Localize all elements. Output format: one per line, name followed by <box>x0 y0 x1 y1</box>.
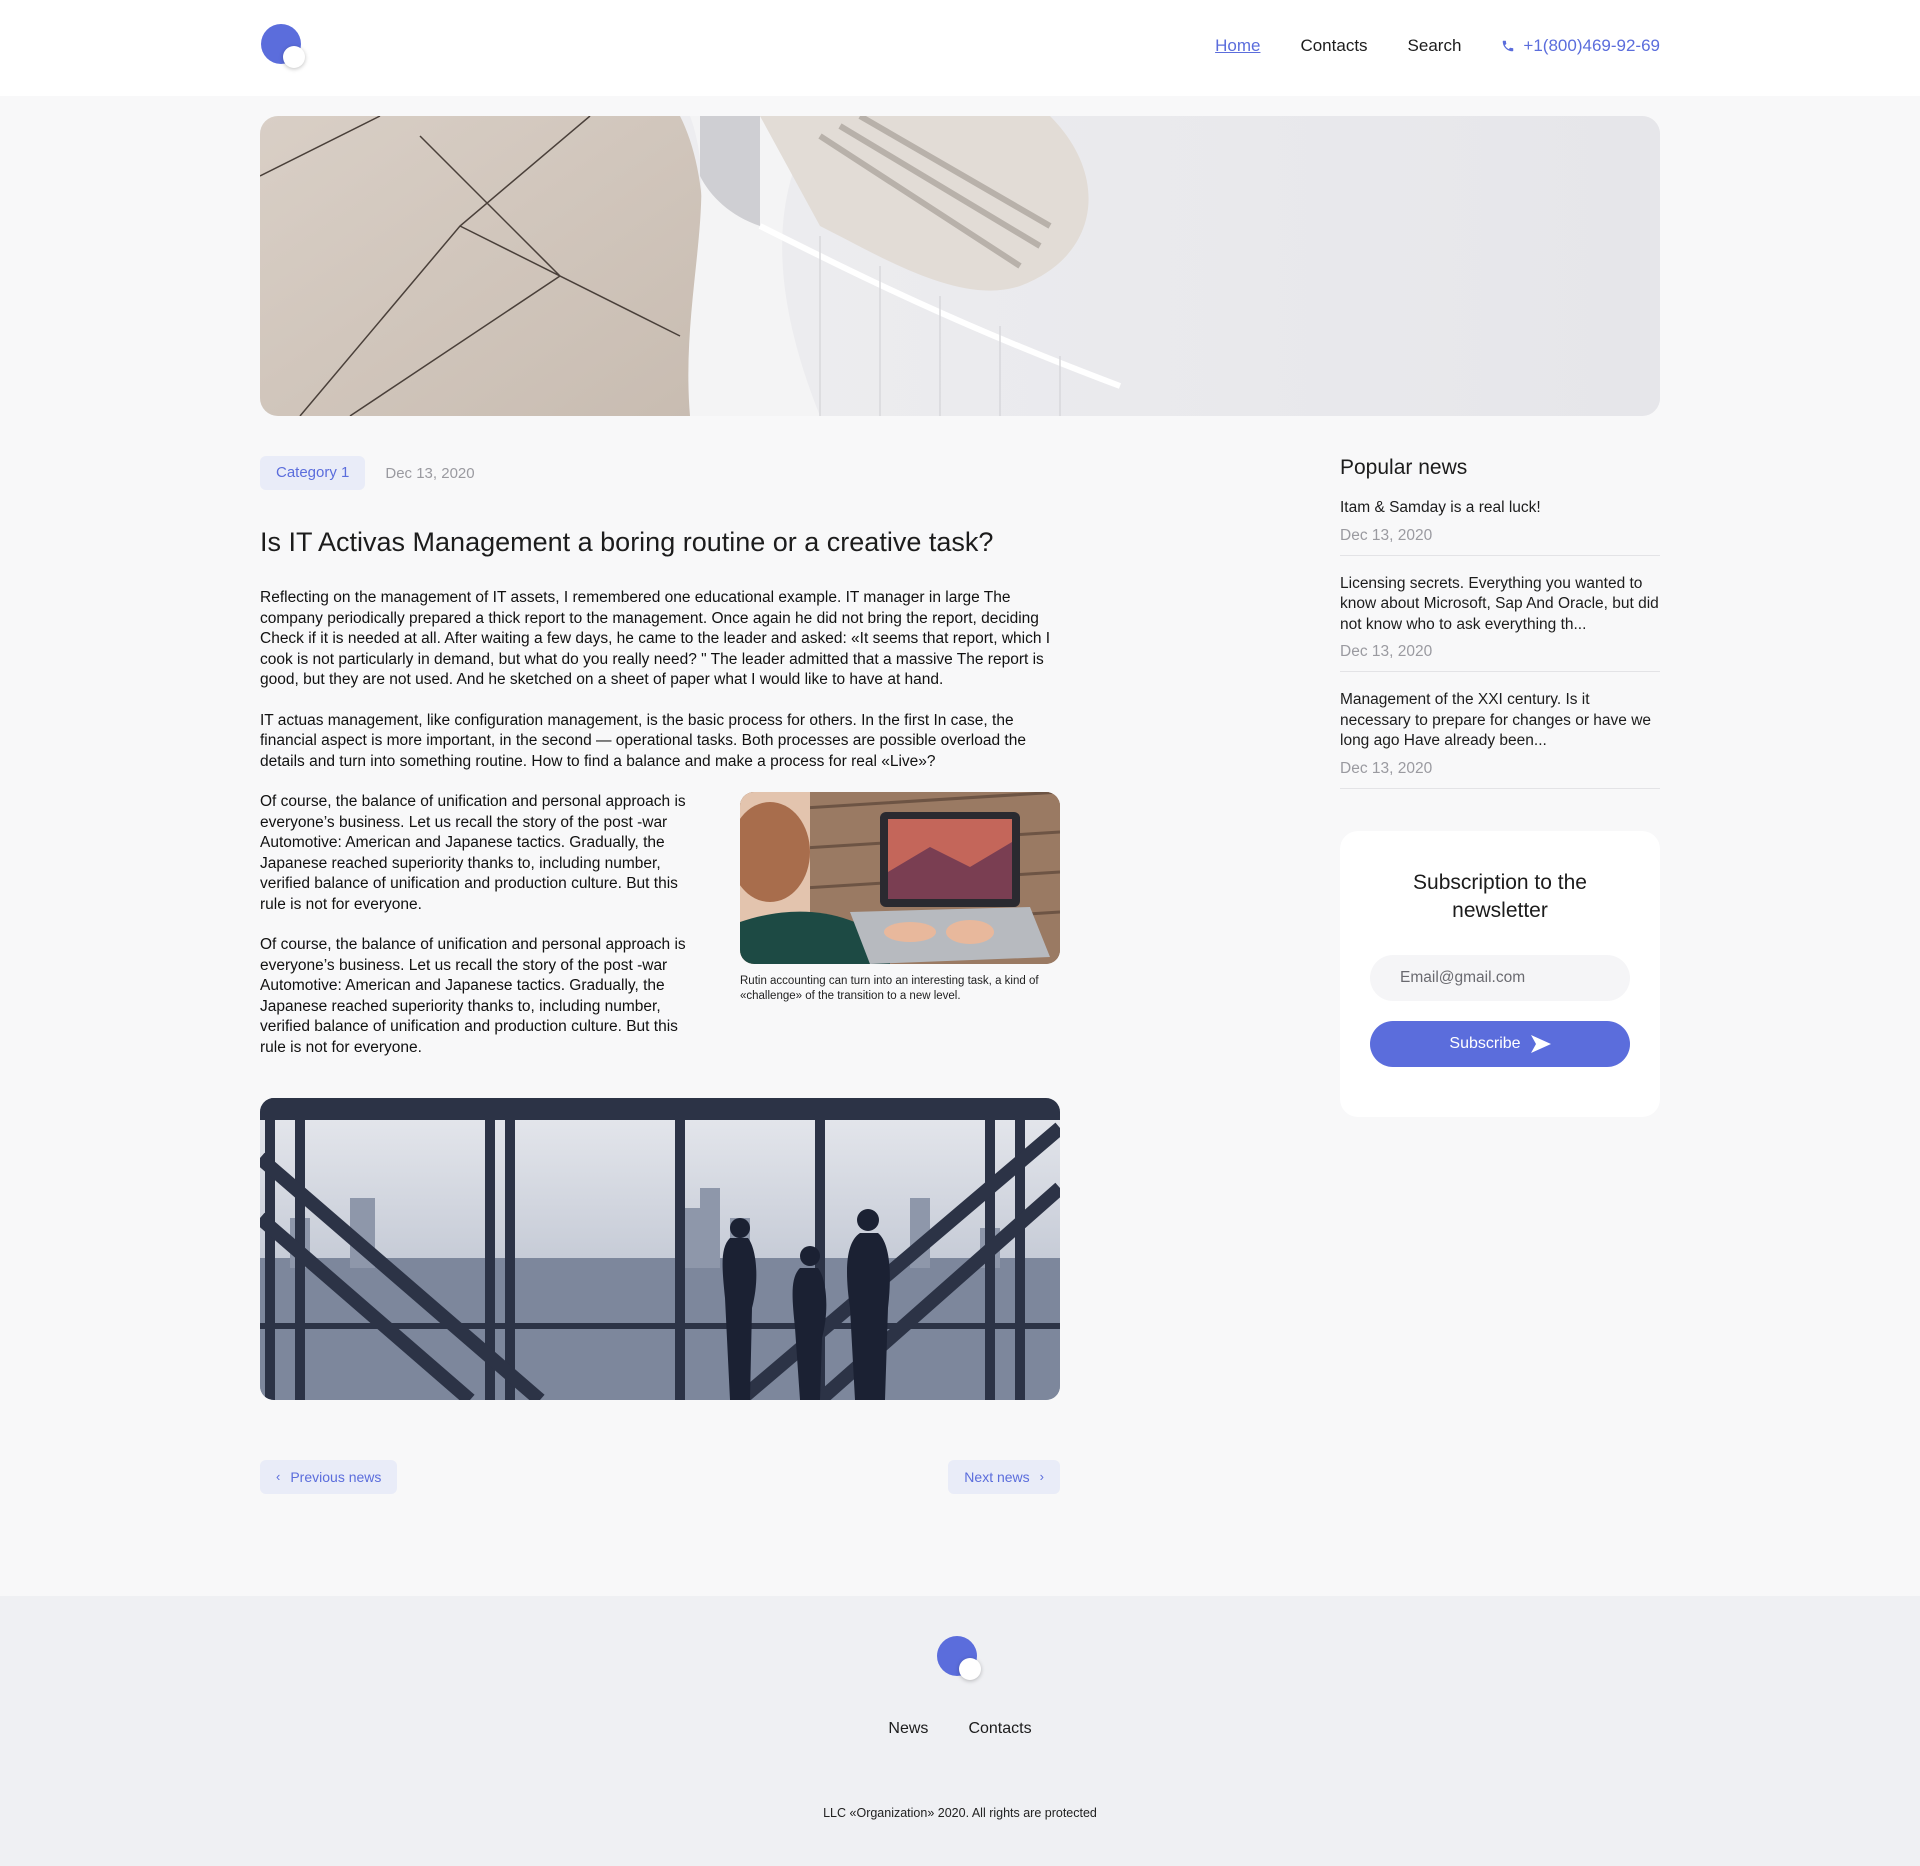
office-photo <box>260 1098 1060 1401</box>
article-figure: Rutin accounting can turn into an intere… <box>740 792 1060 1004</box>
article: Category 1 Dec 13, 2020 Is IT Activas Ma… <box>260 456 1060 1495</box>
popular-news-title: Licensing secrets. Everything you wanted… <box>1340 574 1659 633</box>
laptop-photo <box>740 792 1060 965</box>
email-field[interactable] <box>1370 954 1630 1001</box>
footer-nav: News Contacts <box>0 1720 1920 1738</box>
subscribe-label: Subscribe <box>1449 1034 1521 1052</box>
next-news-button[interactable]: Next news › <box>948 1460 1060 1495</box>
footer-nav-contacts[interactable]: Contacts <box>968 1720 1031 1738</box>
category-badge[interactable]: Category 1 <box>260 456 366 490</box>
main-nav: Home Contacts Search +1(800)469-92-69 <box>1215 36 1660 56</box>
newsletter-card: Subscription to the newsletter Subscribe <box>1340 830 1660 1117</box>
logo[interactable] <box>261 24 305 68</box>
logo-circle-small <box>959 1658 981 1680</box>
text-with-figure: Of course, the balance of unification an… <box>260 792 1060 1078</box>
next-news-label: Next news <box>964 1469 1030 1486</box>
article-pager: ‹ Previous news Next news › <box>260 1460 1060 1495</box>
popular-news-item[interactable]: Licensing secrets. Everything you wanted… <box>1340 556 1660 672</box>
phone-link[interactable]: +1(800)469-92-69 <box>1501 36 1660 56</box>
article-paragraph: Of course, the balance of unification an… <box>260 793 686 913</box>
newsletter-title: Subscription to the newsletter <box>1413 870 1587 922</box>
site-footer: News Contacts LLC «Organization» 2020. A… <box>0 1596 1920 1866</box>
article-date: Dec 13, 2020 <box>385 464 475 482</box>
copyright: LLC «Organization» 2020. All rights are … <box>823 1806 1097 1820</box>
figure-caption: Rutin accounting can turn into an intere… <box>740 975 1039 1003</box>
chevron-left-icon: ‹ <box>276 1469 281 1485</box>
footer-logo[interactable] <box>937 1636 981 1680</box>
article-paragraph: IT actuas management, like configuration… <box>260 711 1026 770</box>
hero-image <box>260 116 1660 416</box>
chevron-right-icon: › <box>1039 1469 1044 1485</box>
popular-news-date: Dec 13, 2020 <box>1340 526 1433 544</box>
previous-news-label: Previous news <box>290 1469 382 1486</box>
popular-news-item[interactable]: Itam & Samday is a real luck! Dec 13, 20… <box>1340 480 1660 556</box>
send-arrow-icon <box>1530 1034 1551 1053</box>
sidebar: Popular news Itam & Samday is a real luc… <box>1340 456 1660 1117</box>
popular-news-title: Management of the XXI century. Is it nec… <box>1340 691 1652 749</box>
article-meta: Category 1 Dec 13, 2020 <box>260 456 1060 490</box>
phone-number: +1(800)469-92-69 <box>1523 36 1660 55</box>
nav-home[interactable]: Home <box>1215 36 1260 56</box>
logo-circle-small <box>283 46 305 68</box>
article-paragraph: Reflecting on the management of IT asset… <box>260 589 1051 689</box>
article-title: Is IT Activas Management a boring routin… <box>260 527 994 557</box>
footer-nav-news[interactable]: News <box>888 1720 928 1738</box>
nav-contacts[interactable]: Contacts <box>1300 36 1367 56</box>
popular-news-heading: Popular news <box>1340 456 1468 479</box>
subscribe-button[interactable]: Subscribe <box>1370 1020 1630 1067</box>
previous-news-button[interactable]: ‹ Previous news <box>260 1460 398 1495</box>
site-header: Home Contacts Search +1(800)469-92-69 <box>0 0 1920 96</box>
phone-icon <box>1503 40 1514 52</box>
text-column: Of course, the balance of unification an… <box>260 792 700 1058</box>
article-paragraph: Of course, the balance of unification an… <box>260 936 686 1056</box>
popular-news-date: Dec 13, 2020 <box>1340 643 1433 660</box>
nav-search[interactable]: Search <box>1408 36 1462 56</box>
popular-news-date: Dec 13, 2020 <box>1340 759 1433 777</box>
popular-news-title: Itam & Samday is a real luck! <box>1340 499 1541 516</box>
popular-news-item[interactable]: Management of the XXI century. Is it nec… <box>1340 672 1660 789</box>
